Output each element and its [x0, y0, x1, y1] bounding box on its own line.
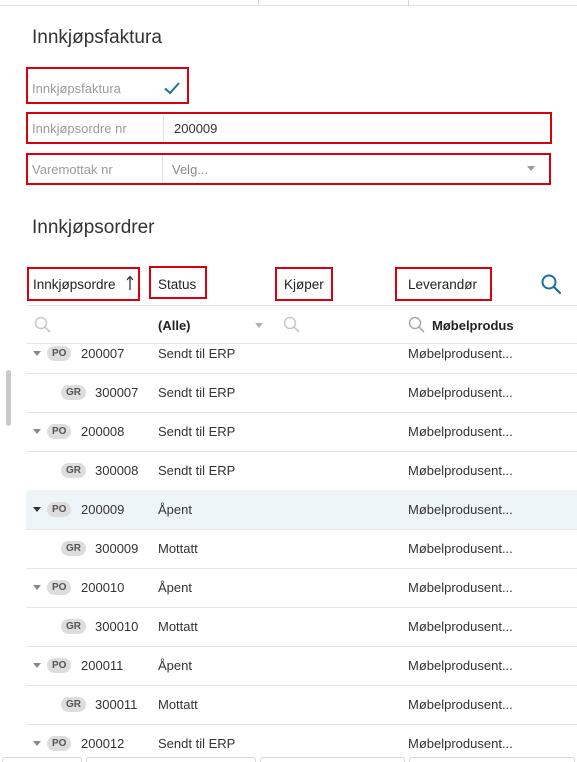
supplier-cell: Møbelprodusent... [408, 736, 513, 751]
status-cell: Åpent [158, 580, 192, 595]
order-number-value: 200009 [174, 121, 218, 136]
supplier-cell: Møbelprodusent... [408, 697, 513, 712]
order-row[interactable]: PO 200010 Åpent Møbelprodusent... [26, 568, 577, 607]
expand-caret-icon[interactable] [33, 741, 41, 746]
type-badge: PO [47, 580, 72, 595]
order-number-cell: 300010 [95, 619, 139, 634]
expand-caret-icon[interactable] [33, 351, 41, 356]
status-cell: Mottatt [158, 619, 198, 634]
invoice-checkbox[interactable] [162, 78, 182, 98]
type-badge: GR [61, 463, 86, 478]
order-row[interactable]: PO 200011 Åpent Møbelprodusent... [26, 646, 577, 685]
order-number-cell: 200012 [81, 736, 125, 751]
top-strip [0, 0, 577, 6]
goods-receipt-select[interactable]: Velg... [163, 156, 547, 183]
order-row[interactable]: PO 200008 Sendt til ERP Møbelprodusent... [26, 412, 577, 451]
order-number-cell: 200009 [81, 502, 125, 517]
order-row[interactable]: PO 200007 Sendt til ERP Møbelprodusent... [26, 334, 577, 373]
search-icon[interactable] [540, 273, 562, 295]
status-cell: Sendt til ERP [158, 385, 236, 400]
supplier-cell: Møbelprodusent... [408, 463, 513, 478]
status-cell: Mottatt [158, 541, 198, 556]
receipt-row[interactable]: GR 300008 Sendt til ERP Møbelprodusent... [26, 451, 577, 490]
type-badge: PO [47, 346, 72, 361]
type-badge: GR [61, 385, 86, 400]
expand-caret-icon[interactable] [33, 663, 41, 668]
column-header-status[interactable]: Status [158, 277, 196, 292]
order-number-cell: 300009 [95, 541, 139, 556]
order-number-cell: 200011 [81, 658, 124, 673]
expand-caret-icon[interactable] [33, 585, 41, 590]
filter-supplier-value[interactable]: Møbelprodus [432, 318, 514, 333]
receipt-row[interactable]: GR 300009 Mottatt Møbelprodusent... [26, 529, 577, 568]
status-cell: Sendt til ERP [158, 346, 236, 361]
goods-receipt-placeholder: Velg... [172, 162, 209, 177]
checkmark-icon [164, 82, 180, 95]
sort-ascending-icon [126, 275, 134, 290]
order-row[interactable]: PO 200009 Åpent Møbelprodusent... [26, 490, 577, 529]
invoice-checkbox-label: Innkjøpsfaktura [32, 81, 121, 96]
order-number-cell: 200007 [81, 346, 125, 361]
chevron-down-icon [527, 166, 535, 171]
column-header-order-label: Innkjøpsordre [33, 277, 116, 292]
filter-status-chevron-icon[interactable] [255, 323, 263, 328]
supplier-cell: Møbelprodusent... [408, 502, 513, 517]
column-header-order[interactable]: Innkjøpsordre [29, 269, 139, 299]
order-number-cell: 200010 [81, 580, 125, 595]
order-number-cell: 300011 [95, 697, 138, 712]
supplier-cell: Møbelprodusent... [408, 658, 513, 673]
type-badge: GR [61, 697, 86, 712]
invoice-section-title: Innkjøpsfaktura [32, 27, 162, 48]
status-cell: Sendt til ERP [158, 736, 236, 751]
column-header-supplier[interactable]: Leverandør [408, 277, 477, 292]
status-cell: Åpent [158, 502, 192, 517]
supplier-cell: Møbelprodusent... [408, 424, 513, 439]
order-number-cell: 300008 [95, 463, 139, 478]
status-cell: Mottatt [158, 697, 198, 712]
expand-caret-icon[interactable] [33, 429, 41, 434]
supplier-cell: Møbelprodusent... [408, 385, 513, 400]
receipt-row[interactable]: GR 300011 Mottatt Møbelprodusent... [26, 685, 577, 724]
type-badge: PO [47, 658, 72, 673]
supplier-cell: Møbelprodusent... [408, 619, 513, 634]
status-cell: Åpent [158, 658, 192, 673]
filter-buyer-search-icon[interactable] [283, 316, 301, 334]
filter-status-value[interactable]: (Alle) [158, 318, 191, 333]
order-number-label: Innkjøpsordre nr [32, 121, 127, 136]
order-number-cell: 200008 [81, 424, 125, 439]
type-badge: PO [47, 502, 72, 517]
order-number-input[interactable]: 200009 [164, 115, 548, 142]
filter-order-search-icon[interactable] [34, 316, 52, 334]
status-cell: Sendt til ERP [158, 424, 236, 439]
type-badge: PO [47, 424, 72, 439]
supplier-cell: Møbelprodusent... [408, 346, 513, 361]
supplier-cell: Møbelprodusent... [408, 580, 513, 595]
column-header-buyer[interactable]: Kjøper [284, 277, 324, 292]
expand-caret-icon[interactable] [33, 507, 41, 512]
supplier-cell: Møbelprodusent... [408, 541, 513, 556]
bottom-tabs [0, 757, 577, 762]
type-badge: GR [61, 541, 86, 556]
orders-section-title: Innkjøpsordrer [32, 217, 155, 238]
receipt-row[interactable]: GR 300010 Mottatt Møbelprodusent... [26, 607, 577, 646]
status-cell: Sendt til ERP [158, 463, 236, 478]
scrollbar[interactable] [6, 370, 11, 426]
type-badge: PO [47, 736, 72, 751]
goods-receipt-label: Varemottak nr [32, 162, 113, 177]
receipt-row[interactable]: GR 300007 Sendt til ERP Møbelprodusent... [26, 373, 577, 412]
type-badge: GR [61, 619, 86, 634]
order-number-cell: 300007 [95, 385, 139, 400]
filter-supplier-search-icon[interactable] [408, 316, 426, 334]
